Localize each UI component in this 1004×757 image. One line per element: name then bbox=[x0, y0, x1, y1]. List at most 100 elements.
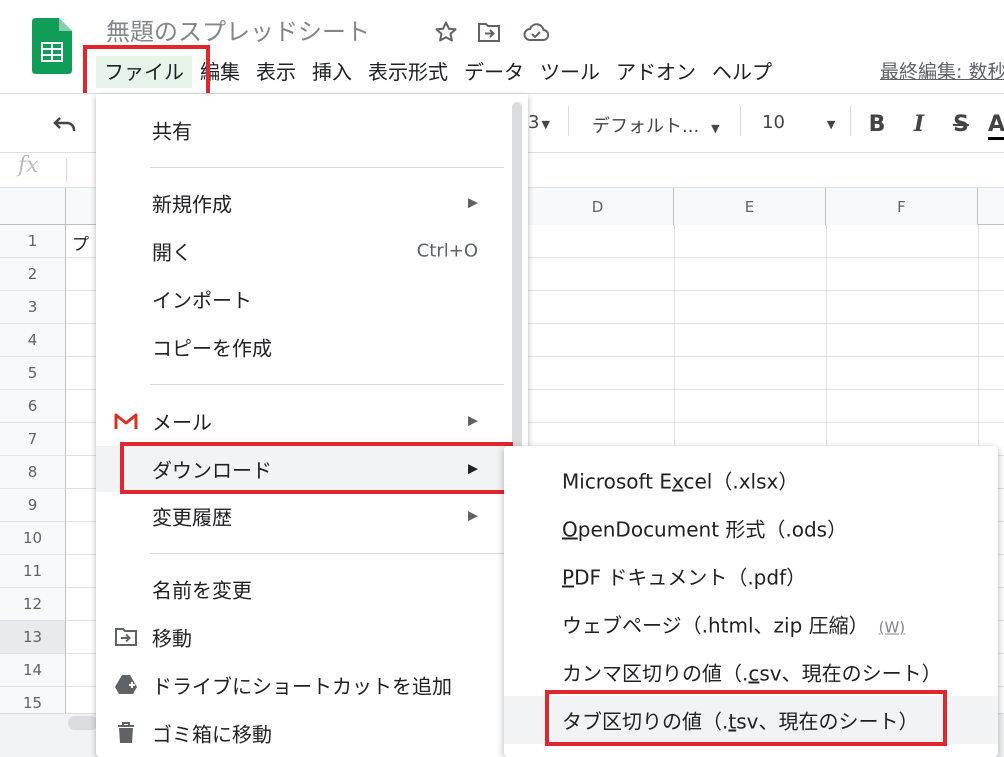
menu-item-label: 共有 bbox=[152, 119, 192, 144]
row-header[interactable]: 9 bbox=[0, 489, 66, 522]
move-folder-icon[interactable] bbox=[475, 20, 503, 44]
menu-bar: ファイル 編集 表示 挿入 表示形式 データ ツール アドオン ヘルプ bbox=[96, 56, 780, 88]
row-header[interactable]: 10 bbox=[0, 522, 66, 555]
row-header[interactable]: 13 bbox=[0, 621, 66, 654]
menu-item-label: タブ区切りの値（.tsv、現在のシート） bbox=[562, 709, 919, 734]
menu-item-share[interactable]: 共有 bbox=[96, 108, 512, 152]
menu-item-new[interactable]: 新規作成 ▶ bbox=[96, 181, 512, 225]
menu-item-version-history[interactable]: 変更履歴 ▶ bbox=[96, 494, 512, 538]
row-header[interactable]: 1 bbox=[0, 225, 66, 258]
gmail-icon bbox=[114, 409, 138, 433]
menu-divider bbox=[150, 167, 504, 168]
menu-item-label: 名前を変更 bbox=[152, 578, 252, 603]
menu-item-label: 変更履歴 bbox=[152, 505, 232, 530]
menu-item-open[interactable]: 開く Ctrl+O bbox=[96, 229, 512, 273]
column-header-d[interactable]: D bbox=[522, 188, 674, 225]
menu-item-label: インポート bbox=[152, 288, 252, 313]
row-header[interactable]: 6 bbox=[0, 390, 66, 423]
submenu-arrow-icon: ▶ bbox=[468, 508, 478, 524]
undo-icon[interactable] bbox=[50, 110, 80, 138]
submenu-arrow-icon: ▶ bbox=[468, 461, 478, 477]
font-family-dropdown[interactable]: デフォルト... ▼ bbox=[592, 112, 720, 138]
menu-item-label: Microsoft Excel（.xlsx） bbox=[562, 469, 799, 494]
menu-item-download[interactable]: ダウンロード ▶ bbox=[96, 446, 512, 492]
download-xlsx[interactable]: Microsoft Excel（.xlsx） bbox=[504, 456, 998, 504]
number-format-label: 3 bbox=[528, 112, 540, 133]
drive-shortcut-icon bbox=[114, 673, 138, 697]
menu-item-add-shortcut[interactable]: ドライブにショートカットを追加 bbox=[96, 663, 512, 707]
text-color-button[interactable]: A bbox=[988, 110, 1004, 138]
menu-item-label: ウェブページ（.html、zip 圧縮） (W) bbox=[562, 613, 906, 638]
font-size-label: 10 bbox=[762, 112, 785, 133]
font-size-dropdown[interactable]: 10 ▼ bbox=[762, 112, 835, 133]
menu-file[interactable]: ファイル bbox=[96, 56, 192, 88]
menu-item-move[interactable]: 移動 bbox=[96, 615, 512, 659]
menu-item-label: ダウンロード bbox=[152, 458, 272, 483]
cell-a1[interactable]: プ bbox=[72, 230, 89, 255]
menu-item-label: 新規作成 bbox=[152, 192, 232, 217]
row-header[interactable]: 2 bbox=[0, 258, 66, 291]
menu-view[interactable]: 表示 bbox=[248, 56, 304, 88]
download-csv[interactable]: カンマ区切りの値（.csv、現在のシート） bbox=[504, 648, 998, 696]
row-header[interactable]: 7 bbox=[0, 423, 66, 456]
number-format-dropdown[interactable]: 3 ▼ bbox=[528, 112, 550, 133]
horizontal-scrollbar[interactable] bbox=[68, 716, 98, 730]
menu-edit[interactable]: 編集 bbox=[192, 56, 248, 88]
chevron-down-icon: ▼ bbox=[826, 118, 836, 131]
menu-item-label: PDF ドキュメント（.pdf） bbox=[562, 565, 807, 590]
star-icon[interactable] bbox=[432, 20, 460, 44]
download-html[interactable]: ウェブページ（.html、zip 圧縮） (W) bbox=[504, 600, 998, 648]
chevron-down-icon: ▼ bbox=[711, 122, 720, 135]
menu-item-import[interactable]: インポート bbox=[96, 277, 512, 321]
sheets-logo-icon[interactable] bbox=[32, 18, 72, 74]
download-pdf[interactable]: PDF ドキュメント（.pdf） bbox=[504, 552, 998, 600]
menu-item-label: 移動 bbox=[152, 626, 192, 651]
select-all-corner[interactable] bbox=[0, 188, 66, 225]
toolbar-separator bbox=[568, 106, 569, 136]
menu-item-label: ゴミ箱に移動 bbox=[152, 722, 272, 747]
menu-item-label: OpenDocument 形式（.ods） bbox=[562, 517, 848, 542]
row-header[interactable]: 3 bbox=[0, 291, 66, 324]
download-ods[interactable]: OpenDocument 形式（.ods） bbox=[504, 504, 998, 552]
font-family-label: デフォルト... bbox=[592, 116, 700, 137]
column-header-f[interactable]: F bbox=[826, 188, 978, 225]
menu-item-make-copy[interactable]: コピーを作成 bbox=[96, 325, 512, 369]
menu-tools[interactable]: ツール bbox=[532, 56, 608, 88]
cloud-saved-icon[interactable] bbox=[522, 20, 550, 44]
chevron-down-icon: ▼ bbox=[541, 118, 550, 131]
toolbar-separator bbox=[740, 106, 741, 136]
trash-icon bbox=[114, 721, 138, 745]
menu-item-rename[interactable]: 名前を変更 bbox=[96, 567, 512, 611]
column-header-e[interactable]: E bbox=[674, 188, 826, 225]
menu-item-trash[interactable]: ゴミ箱に移動 bbox=[96, 711, 512, 755]
move-folder-icon bbox=[114, 625, 138, 649]
menu-item-label: 開く bbox=[152, 240, 192, 265]
row-header[interactable]: 14 bbox=[0, 654, 66, 687]
row-header[interactable]: 8 bbox=[0, 456, 66, 489]
menu-insert[interactable]: 挿入 bbox=[304, 56, 360, 88]
row-header[interactable]: 11 bbox=[0, 555, 66, 588]
strikethrough-button[interactable]: S bbox=[946, 110, 976, 138]
menu-data[interactable]: データ bbox=[456, 56, 532, 88]
last-edit-link[interactable]: 最終編集: 数秒 bbox=[880, 56, 1004, 88]
menu-format[interactable]: 表示形式 bbox=[360, 56, 456, 88]
row-header[interactable]: 4 bbox=[0, 324, 66, 357]
download-tsv[interactable]: タブ区切りの値（.tsv、現在のシート） bbox=[504, 696, 998, 744]
menu-item-label: カンマ区切りの値（.csv、現在のシート） bbox=[562, 661, 942, 686]
submenu-arrow-icon: ▶ bbox=[468, 195, 478, 211]
menu-item-email[interactable]: メール ▶ bbox=[96, 399, 512, 443]
formula-divider bbox=[66, 158, 67, 182]
menu-addons[interactable]: アドオン bbox=[608, 56, 704, 88]
shortcut-hint: (W) bbox=[878, 618, 906, 637]
bold-button[interactable]: B bbox=[862, 110, 892, 138]
italic-button[interactable]: I bbox=[904, 110, 934, 138]
document-title[interactable]: 無題のスプレッドシート bbox=[106, 12, 370, 47]
row-header[interactable]: 12 bbox=[0, 588, 66, 621]
toolbar-separator bbox=[850, 106, 851, 136]
text-color-swatch bbox=[988, 137, 1004, 140]
menu-item-label: メール bbox=[152, 410, 212, 435]
fx-icon: fx bbox=[18, 153, 39, 178]
menu-help[interactable]: ヘルプ bbox=[704, 56, 780, 88]
row-header[interactable]: 5 bbox=[0, 357, 66, 390]
menu-divider bbox=[150, 384, 504, 385]
